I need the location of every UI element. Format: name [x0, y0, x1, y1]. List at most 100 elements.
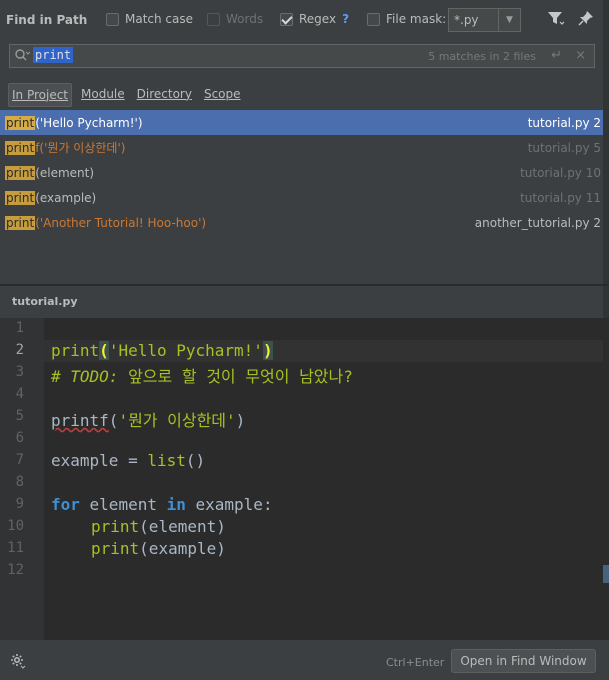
scrollbar-marker[interactable]: [603, 565, 609, 583]
code-token: ): [235, 411, 246, 430]
file-mask-checkbox[interactable]: [367, 12, 380, 26]
code-token: printf: [51, 411, 109, 430]
search-icon[interactable]: [14, 48, 31, 66]
result-file: tutorial.py 5: [527, 141, 601, 155]
filter-icon[interactable]: [547, 10, 565, 30]
result-file: another_tutorial.py 2: [474, 216, 601, 230]
tab-module[interactable]: Module: [78, 83, 128, 107]
result-row[interactable]: print ('Another Tutorial! Hoo-hoo') anoth…: [0, 210, 603, 235]
file-mask-option[interactable]: File mask:: [367, 12, 446, 26]
code-token: (element): [139, 517, 226, 536]
result-row[interactable]: print (example) tutorial.py 11: [0, 185, 603, 210]
words-checkbox[interactable]: [207, 12, 220, 26]
code-token: (: [99, 341, 109, 360]
code-token: element: [79, 495, 167, 514]
gear-icon[interactable]: [10, 653, 26, 673]
regex-help-link[interactable]: ?: [342, 12, 349, 26]
scope-tabs: In Project Module Directory Scope: [8, 83, 244, 107]
result-text: f('뭔가 이상한데'): [35, 141, 126, 155]
code-token: print: [51, 341, 100, 360]
code-line-9: for element in example:: [51, 495, 273, 514]
results-list: print ('Hello Pycharm!') tutorial.py 2 pr…: [0, 110, 603, 235]
match-highlight: print: [5, 115, 36, 130]
code-token: print: [91, 539, 140, 558]
line-number: 9: [15, 496, 24, 512]
regex-option[interactable]: Regex ?: [280, 12, 349, 26]
line-number: 5: [15, 408, 24, 424]
tab-directory[interactable]: Directory: [134, 83, 195, 107]
result-text: (element): [35, 165, 95, 180]
match-count: 5 matches in 2 files: [428, 50, 536, 63]
code-token: list: [147, 451, 186, 470]
file-mask-value[interactable]: *.py: [449, 13, 498, 27]
match-case-label: Match case: [125, 12, 194, 26]
code-line-2: print('Hello Pycharm!'): [51, 341, 273, 360]
words-label: Words: [226, 12, 264, 26]
code-line-3: # TODO: 앞으로 할 것이 무엇이 남았나?: [51, 363, 353, 387]
file-mask-combobox[interactable]: *.py ▼: [448, 8, 521, 32]
line-number: 10: [7, 518, 24, 534]
code-token: for: [51, 495, 80, 514]
line-number: 4: [15, 386, 24, 402]
code-token: example =: [51, 451, 148, 470]
match-highlight: print: [5, 140, 36, 155]
file-mask-label: File mask:: [386, 12, 447, 26]
enter-icon[interactable]: ↵: [551, 48, 562, 63]
tab-in-project[interactable]: In Project: [8, 83, 73, 107]
match-highlight: print: [5, 215, 36, 230]
match-case-option[interactable]: Match case: [106, 12, 193, 26]
regex-checkbox[interactable]: [280, 12, 293, 26]
code-token: 앞으로 할 것이 무엇이 남았나?: [118, 367, 353, 386]
bottom-bar: Ctrl+Enter Open in Find Window: [0, 640, 609, 680]
code-token: example:: [185, 495, 273, 514]
result-file: tutorial.py 2: [527, 116, 601, 130]
code-token: print: [91, 517, 140, 536]
result-text: (example): [35, 190, 97, 205]
result-file: tutorial.py 10: [520, 166, 601, 180]
line-number: 2: [15, 342, 24, 358]
code-line-10: print(element): [91, 517, 226, 536]
code-token: in: [166, 495, 186, 514]
result-row[interactable]: print ('Hello Pycharm!') tutorial.py 2: [0, 110, 603, 135]
line-number: 6: [15, 430, 24, 446]
line-gutter: 1 2 3 4 5 6 7 8 9 10 11 12: [0, 318, 44, 640]
code-line-11: print(example): [91, 539, 226, 558]
line-number: 11: [7, 540, 24, 556]
line-number: 1: [15, 320, 24, 336]
line-number: 3: [15, 364, 24, 380]
code-token: ): [262, 341, 273, 360]
code-token: TODO:: [70, 367, 119, 386]
search-field[interactable]: print 5 matches in 2 files ↵ ×: [9, 44, 595, 68]
result-text: ('Another Tutorial! Hoo-hoo'): [35, 215, 207, 230]
match-highlight: print: [5, 190, 36, 205]
regex-label: Regex: [299, 12, 337, 26]
code-token: (): [185, 451, 206, 470]
words-option[interactable]: Words: [207, 12, 263, 26]
tab-scope[interactable]: Scope: [201, 83, 244, 107]
line-number: 7: [15, 452, 24, 468]
pin-icon[interactable]: [578, 10, 594, 30]
code-preview[interactable]: 1 2 3 4 5 6 7 8 9 10 11 12 print('Hello …: [0, 318, 609, 640]
match-case-checkbox[interactable]: [106, 12, 119, 26]
open-in-find-window-button[interactable]: Open in Find Window: [451, 649, 596, 673]
code-token: (example): [139, 539, 226, 558]
result-row[interactable]: print f('뭔가 이상한데') tutorial.py 5: [0, 135, 603, 160]
code-line-7: example = list(): [51, 451, 205, 470]
code-token: (: [108, 411, 119, 430]
dialog-title: Find in Path: [6, 13, 88, 27]
splitter[interactable]: [0, 284, 609, 286]
clear-icon[interactable]: ×: [575, 48, 586, 63]
code-line-5: printf('뭔가 이상한데'): [51, 407, 245, 431]
result-file: tutorial.py 11: [520, 191, 601, 205]
match-highlight: print: [5, 165, 36, 180]
shortcut-hint: Ctrl+Enter: [386, 656, 445, 669]
search-input[interactable]: print: [33, 47, 74, 63]
result-text: ('Hello Pycharm!'): [35, 115, 143, 130]
result-row[interactable]: print (element) tutorial.py 10: [0, 160, 603, 185]
chevron-down-icon[interactable]: ▼: [498, 9, 520, 31]
code-token: #: [51, 367, 71, 386]
line-number: 8: [15, 474, 24, 490]
preview-filename: tutorial.py: [12, 295, 78, 308]
code-token: 'Hello Pycharm!': [108, 341, 263, 360]
line-number: 12: [7, 562, 24, 578]
